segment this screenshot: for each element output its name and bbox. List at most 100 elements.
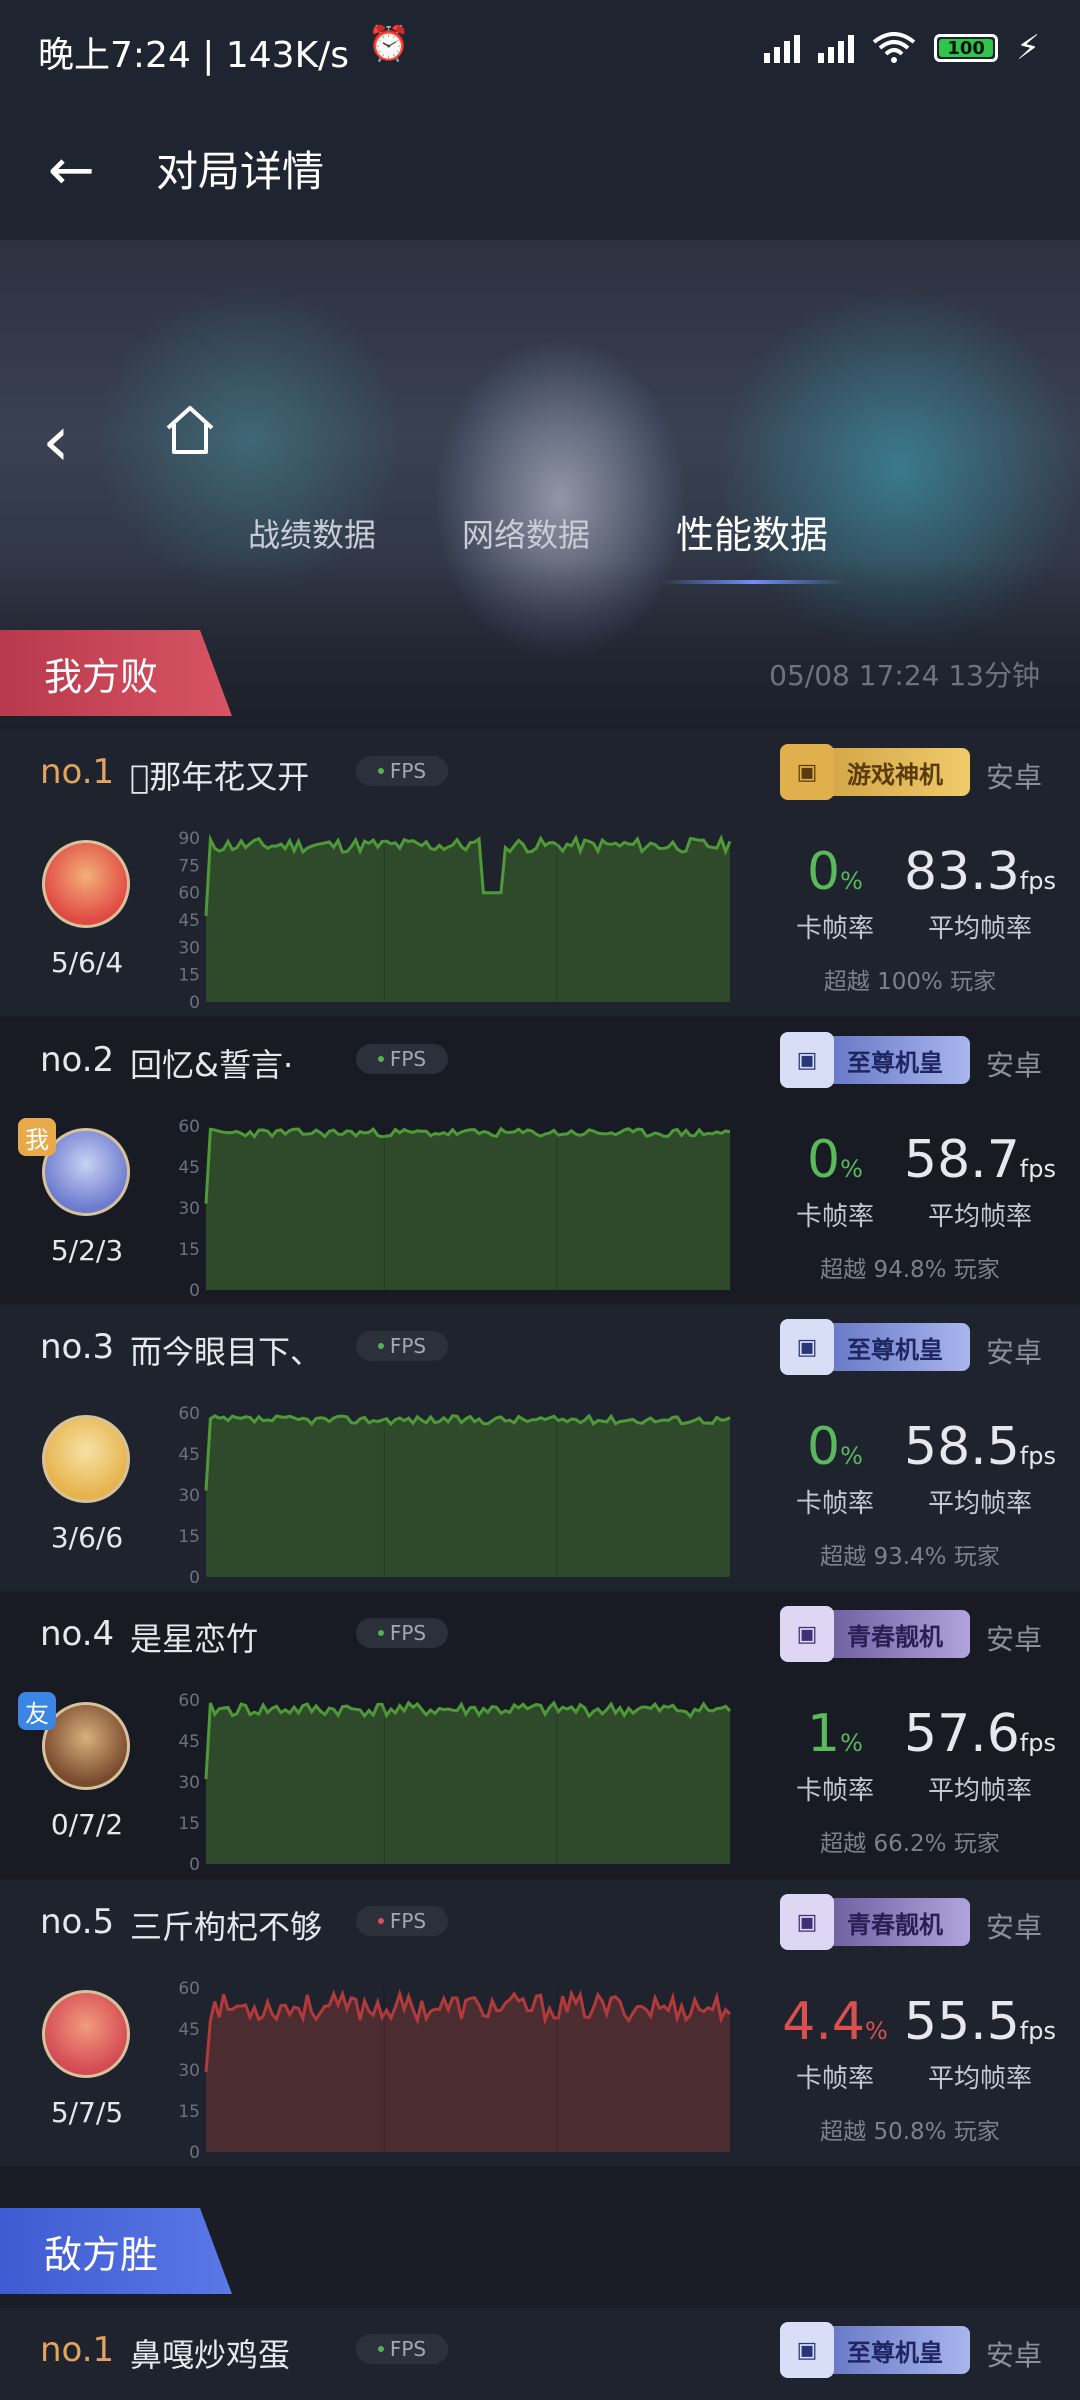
avg-fps-value: 55.5 [904, 1992, 1020, 2052]
signal-icon [764, 33, 801, 63]
player-card[interactable]: no.5 三斤枸杞不够 FPS ▣ 青春靓机 安卓 5/7/5 60 45 30 15 0 4.4% 卡帧… [0, 1880, 1080, 2166]
player-rank: no.1 [40, 752, 115, 792]
chevron-left-icon[interactable]: ‹ [42, 400, 70, 482]
y-tick-label: 75 [178, 856, 200, 876]
fps-chart-svg: 60 45 30 15 0 [178, 1118, 731, 1298]
stutter-label: 卡帧率 [795, 914, 874, 944]
stutter-stat: 4.4% 卡帧率 [760, 1992, 910, 2095]
tab-network[interactable]: 网络数据 [462, 510, 590, 556]
device-tier-badge: ▣ 游戏神机 [780, 744, 970, 800]
fps-chart: 60 45 30 15 0 [170, 1118, 740, 1298]
avg-fps-value: 57.6 [904, 1704, 1020, 1764]
player-rank: no.1 [40, 2330, 115, 2370]
y-tick-label: 15 [178, 1527, 200, 1547]
fps-area [206, 1128, 730, 1290]
hero-avatar[interactable] [42, 1990, 130, 2078]
home-icon[interactable] [160, 400, 220, 460]
device-tier-badge: ▣ 至尊机皇 [780, 1032, 970, 1088]
y-tick-label: 15 [178, 966, 200, 986]
device-tier-badge: ▣ 青春靓机 [780, 1894, 970, 1950]
avg-fps-value: 58.7 [904, 1130, 1020, 1190]
fps-area [206, 1415, 730, 1577]
avg-fps-label: 平均帧率 [927, 1489, 1032, 1519]
stutter-value: 4.4 [782, 1992, 865, 2052]
fps-pill: FPS [356, 1044, 448, 1074]
fps-chart-svg: 60 45 30 15 0 [178, 1405, 731, 1585]
avg-fps-stat: 58.5fps 平均帧率 [890, 1417, 1070, 1520]
tab-bar: 战绩数据 网络数据 性能数据 [0, 510, 1080, 570]
phone-icon: ▣ [780, 744, 834, 800]
player-rank: no.2 [40, 1040, 115, 1080]
y-tick-label: 45 [178, 1158, 200, 1178]
y-tick-label: 45 [178, 2020, 200, 2040]
hero-avatar[interactable] [42, 840, 130, 928]
stutter-stat: 0% 卡帧率 [760, 842, 910, 945]
player-name:  那年花又开 [130, 758, 310, 796]
fps-chart: 60 45 30 15 0 [170, 1692, 740, 1872]
alarm-icon: ⏰ [367, 24, 410, 64]
signal-icon [818, 33, 855, 63]
y-tick-label: 60 [178, 1405, 200, 1424]
fps-chart: 60 45 30 15 0 [170, 1405, 740, 1585]
player-kda: 0/7/2 [50, 1808, 124, 1841]
y-tick-label: 45 [178, 1732, 200, 1752]
stutter-value: 0 [807, 1417, 841, 1477]
wifi-icon [872, 32, 916, 63]
y-tick-label: 0 [189, 2143, 200, 2160]
player-rank: no.4 [40, 1614, 115, 1654]
y-tick-label: 0 [189, 1855, 200, 1872]
player-kda: 5/6/4 [50, 946, 124, 979]
player-card[interactable]: no.3 而今眼目下、 FPS ▣ 至尊机皇 安卓 3/6/6 60 45 30 15 0 0% 卡帧率 5… [0, 1305, 1080, 1591]
y-tick-label: 30 [178, 1486, 200, 1506]
status-time: 晚上7:24 | 143K/s [38, 35, 350, 76]
beat-percentile: 超越 93.4% 玩家 [820, 1544, 1000, 1570]
player-name: 是星恋竹 [130, 1620, 259, 1658]
player-card[interactable]: no.1  那年花又开 FPS ▣ 游戏神机 安卓 5/6/4 90 75 60 45 30 15 0 0%… [0, 730, 1080, 1016]
enemy-player-card[interactable]: no.1 鼻嘎炒鸡蛋 FPS ▣ 至尊机皇 安卓 [0, 2308, 1080, 2400]
tab-match-stats[interactable]: 战绩数据 [248, 510, 376, 556]
player-tag: 友 [18, 1692, 56, 1730]
y-tick-label: 30 [178, 1199, 200, 1219]
y-tick-label: 45 [178, 911, 200, 931]
avg-fps-label: 平均帧率 [927, 914, 1032, 944]
tab-performance[interactable]: 性能数据 [676, 504, 828, 559]
stutter-label: 卡帧率 [795, 1202, 874, 1232]
enemy-team-banner: 敌方胜 [0, 2208, 1080, 2294]
stutter-label: 卡帧率 [795, 1776, 874, 1806]
player-kda: 5/2/3 [50, 1234, 124, 1267]
os-label: 安卓 [986, 1623, 1043, 1656]
y-tick-label: 90 [178, 830, 200, 849]
back-arrow-icon[interactable]: ← [48, 138, 95, 203]
battery-icon: 100 [934, 34, 999, 62]
title-bar: ← 对局详情 [0, 100, 1080, 240]
fps-chart: 90 75 60 45 30 15 0 [170, 830, 740, 1010]
os-label: 安卓 [986, 1911, 1043, 1944]
hero-avatar[interactable] [42, 1415, 130, 1503]
avg-fps-value: 83.3 [904, 842, 1020, 902]
device-tier-badge: ▣ 至尊机皇 [780, 1319, 970, 1375]
y-tick-label: 0 [189, 993, 200, 1010]
y-tick-label: 0 [189, 1568, 200, 1585]
player-name: 鼻嘎炒鸡蛋 [130, 2336, 291, 2374]
player-card[interactable]: no.2 回忆&誓言· FPS ▣ 至尊机皇 安卓我 5/2/3 60 45 30 15 0 0% 卡帧率… [0, 1018, 1080, 1304]
fps-chart-svg: 90 75 60 45 30 15 0 [178, 830, 732, 1010]
y-tick-label: 30 [178, 1773, 200, 1793]
charging-icon: ⚡ [1016, 28, 1040, 68]
phone-icon: ▣ [780, 1894, 834, 1950]
y-tick-label: 60 [178, 1118, 200, 1137]
phone-icon: ▣ [780, 2322, 834, 2378]
player-rank: no.5 [40, 1902, 115, 1942]
match-meta: 05/08 17:24 13分钟 [769, 659, 1040, 692]
y-tick-label: 30 [178, 2061, 200, 2081]
player-card[interactable]: no.4 是星恋竹 FPS ▣ 青春靓机 安卓友 0/7/2 60 45 30 15 0 1% 卡帧率 57… [0, 1592, 1080, 1878]
fps-area [206, 838, 730, 1002]
device-tier-badge: ▣ 青春靓机 [780, 1606, 970, 1662]
y-tick-label: 30 [178, 938, 200, 958]
stutter-value: 1 [807, 1704, 841, 1764]
stutter-label: 卡帧率 [795, 2064, 874, 2094]
y-tick-label: 60 [178, 1692, 200, 1711]
avg-fps-label: 平均帧率 [927, 1202, 1032, 1232]
y-tick-label: 15 [178, 1240, 200, 1260]
y-tick-label: 15 [178, 2102, 200, 2122]
beat-percentile: 超越 100% 玩家 [823, 969, 997, 995]
